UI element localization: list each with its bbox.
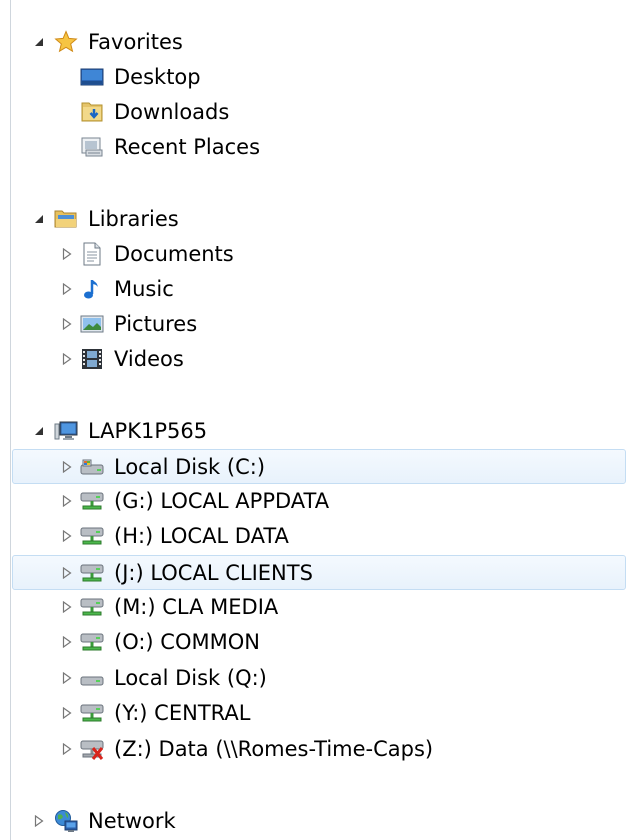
nav-item-drive-m[interactable]: (M:) CLA MEDIA	[58, 589, 278, 624]
computer-icon	[54, 419, 78, 443]
nav-label: LAPK1P565	[88, 418, 208, 443]
nav-libraries[interactable]: Libraries	[30, 201, 179, 236]
nav-label: Recent Places	[114, 134, 261, 159]
nav-item-drive-o[interactable]: (O:) COMMON	[58, 624, 260, 659]
network-drive-icon	[80, 630, 104, 654]
network-drive-icon	[80, 701, 104, 725]
nav-item-music[interactable]: Music	[58, 271, 174, 306]
pane-border	[10, 0, 11, 840]
nav-label: Network	[88, 808, 176, 833]
collapsed-arrow-icon[interactable]	[58, 633, 76, 651]
collapsed-arrow-icon[interactable]	[58, 315, 76, 333]
nav-label: Pictures	[114, 311, 198, 336]
collapsed-arrow-icon[interactable]	[58, 527, 76, 545]
nav-label: (M:) CLA MEDIA	[114, 594, 279, 619]
film-strip-icon	[80, 347, 104, 371]
nav-network[interactable]: Network	[30, 803, 176, 838]
nav-label: Downloads	[114, 99, 230, 124]
nav-item-pictures[interactable]: Pictures	[58, 306, 197, 341]
nav-label: Local Disk (C:)	[114, 454, 266, 479]
nav-item-documents[interactable]: Documents	[58, 236, 234, 271]
collapsed-arrow-icon[interactable]	[58, 492, 76, 510]
nav-label: Libraries	[88, 206, 179, 231]
nav-label: (G:) LOCAL APPDATA	[114, 488, 330, 513]
collapsed-arrow-icon[interactable]	[58, 598, 76, 616]
nav-label: (J:) LOCAL CLIENTS	[114, 560, 313, 585]
expanded-arrow-icon[interactable]	[30, 33, 48, 51]
nav-item-drive-c[interactable]: Local Disk (C:)	[12, 449, 626, 484]
star-icon	[54, 29, 78, 54]
music-note-icon	[80, 277, 104, 301]
collapsed-arrow-icon[interactable]	[58, 564, 76, 582]
navigation-pane[interactable]: Favorites Desktop Downloads Recent Place…	[0, 0, 626, 840]
nav-favorites[interactable]: Favorites	[30, 24, 183, 59]
network-drive-icon	[80, 595, 104, 619]
network-globe-icon	[54, 809, 78, 833]
nav-label: Music	[114, 276, 174, 301]
collapsed-arrow-icon[interactable]	[58, 669, 76, 687]
expanded-arrow-icon[interactable]	[30, 210, 48, 228]
nav-computer[interactable]: LAPK1P565	[30, 413, 207, 448]
documents-icon	[80, 242, 104, 266]
nav-label: Desktop	[114, 64, 201, 89]
nav-item-drive-z[interactable]: (Z:) Data (\\Romes-Time-Caps)	[58, 731, 433, 766]
disconnected-drive-icon	[80, 737, 104, 761]
nav-label: (Z:) Data (\\Romes-Time-Caps)	[114, 736, 434, 761]
network-drive-icon	[80, 524, 104, 548]
nav-label: Documents	[114, 241, 234, 266]
collapsed-arrow-icon[interactable]	[58, 350, 76, 368]
nav-item-downloads[interactable]: Downloads	[58, 94, 229, 129]
local-disk-icon	[80, 666, 104, 690]
nav-label: (H:) LOCAL DATA	[114, 523, 289, 548]
collapsed-arrow-icon[interactable]	[58, 704, 76, 722]
collapsed-arrow-icon[interactable]	[58, 280, 76, 298]
desktop-icon	[80, 65, 104, 89]
nav-label: (Y:) CENTRAL	[114, 700, 251, 725]
nav-item-videos[interactable]: Videos	[58, 341, 184, 376]
pictures-icon	[80, 312, 104, 336]
network-drive-icon	[80, 489, 104, 513]
collapsed-arrow-icon[interactable]	[58, 740, 76, 758]
recent-places-icon	[80, 135, 104, 159]
nav-item-drive-j[interactable]: (J:) LOCAL CLIENTS	[12, 555, 626, 590]
nav-label: (O:) COMMON	[114, 629, 260, 654]
collapsed-arrow-icon[interactable]	[30, 812, 48, 830]
nav-item-drive-y[interactable]: (Y:) CENTRAL	[58, 695, 250, 730]
collapsed-arrow-icon[interactable]	[58, 245, 76, 263]
expanded-arrow-icon[interactable]	[30, 422, 48, 440]
nav-label: Local Disk (Q:)	[114, 665, 267, 690]
nav-label: Videos	[114, 346, 184, 371]
nav-item-drive-g[interactable]: (G:) LOCAL APPDATA	[58, 483, 329, 518]
nav-item-drive-q[interactable]: Local Disk (Q:)	[58, 660, 267, 695]
downloads-icon	[80, 100, 104, 124]
nav-label: Favorites	[88, 29, 183, 54]
nav-item-drive-h[interactable]: (H:) LOCAL DATA	[58, 518, 289, 553]
libraries-folder-icon	[54, 207, 78, 231]
nav-item-desktop[interactable]: Desktop	[58, 59, 201, 94]
nav-item-recent-places[interactable]: Recent Places	[58, 129, 260, 164]
system-disk-icon	[80, 455, 104, 479]
network-drive-icon	[80, 561, 104, 585]
collapsed-arrow-icon[interactable]	[58, 458, 76, 476]
